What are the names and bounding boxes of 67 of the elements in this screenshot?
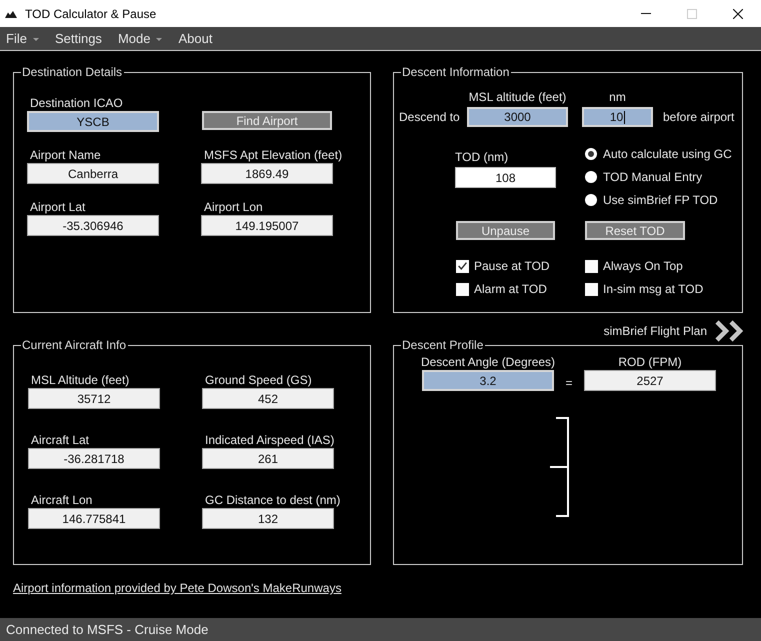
option-label[interactable]: Pause at TOD [474,259,550,273]
field-label: MSFS Apt Elevation (feet) [203,148,342,163]
field-label: nm [609,90,626,104]
option-label[interactable]: In-sim msg at TOD [603,282,704,296]
flight-plan-label: simBrief Flight Plan [604,324,707,338]
text-cursor-icon [624,110,626,124]
command-button[interactable]: Find Airport [202,111,332,130]
field-label: before airport [663,110,736,124]
readout-field: -36.281718 [28,448,160,469]
field-label: Aircraft Lat [30,433,90,448]
radio-button[interactable] [585,148,597,160]
option-label[interactable]: TOD Manual Entry [603,170,702,184]
command-button[interactable]: Unpause [456,221,555,240]
input-field[interactable]: 3000 [467,107,568,127]
field-label: Airport Lat [29,200,86,215]
window-title: TOD Calculator & Pause [25,6,156,20]
minimize-icon [641,13,651,14]
field-label: Destination ICAO [29,96,123,111]
radio-button[interactable] [585,171,597,183]
menu-item[interactable]: About [174,29,216,48]
checkbox[interactable] [456,282,469,296]
field-label: MSL Altitude (feet) [30,373,130,388]
field-label: MSL altitude (feet) [468,90,566,104]
field-label: Indicated Airspeed (IAS) [204,433,334,448]
equals-sign: = [565,376,572,390]
field-label: Aircraft Lon [30,493,92,508]
checkbox[interactable] [456,260,469,272]
double-chevron-icon[interactable] [714,319,746,343]
readout-field: 1869.49 [201,163,333,184]
readout-field: 35712 [28,388,160,409]
field-label: Airport Name [29,148,101,163]
maximize-icon [687,8,697,18]
status-text: Connected to MSFS - Cruise Mode [6,622,208,637]
input-field[interactable]: 108 [455,167,556,188]
readout-field: 2527 [584,370,716,391]
checkbox[interactable] [585,282,598,296]
readout-field: -35.306946 [27,215,159,236]
readout-field: 452 [202,388,334,409]
command-button[interactable]: Reset TOD [585,221,685,240]
readout-field: Canberra [27,163,159,184]
readout-field: 146.775841 [28,508,160,529]
input-field[interactable]: 10 [582,107,653,127]
attribution-link[interactable]: Airport information provided by Pete Dowson's MakeRunways [13,581,342,596]
option-label[interactable]: Auto calculate using GC [603,147,732,161]
field-label: Descend to [399,110,461,124]
menu-item[interactable]: File [2,29,43,48]
checkbox[interactable] [585,260,598,272]
option-label[interactable]: Use simBrief FP TOD [603,193,718,207]
field-label: Airport Lon [203,200,263,215]
radio-button[interactable] [585,194,597,206]
field-label: Ground Speed (GS) [204,373,312,388]
option-label[interactable]: Alarm at TOD [474,282,547,296]
checkmark-icon [458,262,467,270]
field-label: TOD (nm) [455,150,510,165]
readout-field: 149.195007 [201,215,333,236]
field-label: Descent Angle (Degrees) [420,354,556,370]
close-icon [733,8,743,18]
field-label: GC Distance to dest (nm) [204,493,340,508]
input-field[interactable]: 3.2 [422,370,554,391]
readout-field: 261 [202,448,334,469]
menu-item[interactable]: Mode [114,29,166,48]
input-field[interactable]: YSCB [27,111,159,132]
readout-field: 132 [202,508,334,529]
option-label[interactable]: Always On Top [603,259,683,273]
field-label: ROD (FPM) [618,354,682,370]
mountain-icon [5,10,17,18]
menu-item[interactable]: Settings [50,29,106,48]
